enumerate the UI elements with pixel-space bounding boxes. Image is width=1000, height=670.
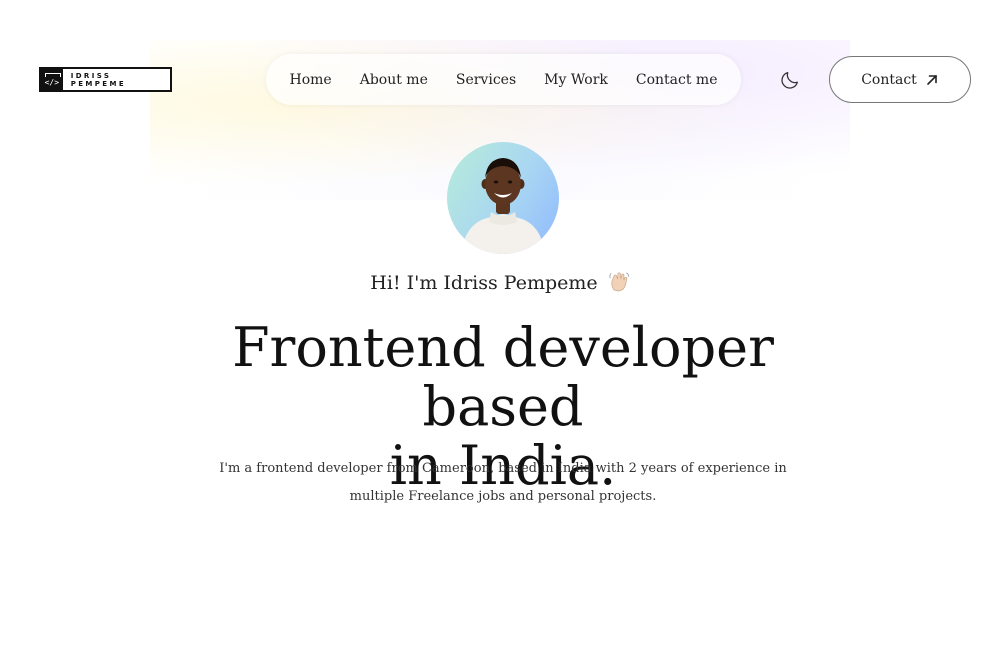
main-navigation: Home About me Services My Work Contact m…: [266, 54, 741, 105]
nav-link-contact-me[interactable]: Contact me: [636, 72, 718, 88]
moon-icon: [781, 72, 798, 89]
greeting-text: Hi! I'm Idriss Pempeme: [370, 272, 598, 294]
theme-toggle-button[interactable]: [776, 66, 804, 94]
contact-button-label: Contact: [861, 71, 917, 88]
nav-link-my-work[interactable]: My Work: [544, 72, 608, 88]
arrow-up-right-icon: [926, 74, 937, 85]
profile-avatar: [447, 142, 559, 254]
headline-line-1: Frontend developer based: [232, 316, 774, 438]
nav-link-home[interactable]: Home: [290, 72, 332, 88]
hero-intro-text: I'm a frontend developer from Cameroon, …: [219, 461, 787, 504]
waving-hand-icon: [609, 272, 629, 292]
hero-greeting: Hi! I'm Idriss Pempeme: [0, 270, 1000, 294]
site-logo[interactable]: </> IDRISS PEMPEME: [39, 67, 172, 92]
contact-button[interactable]: Contact: [829, 56, 971, 103]
profile-photo: [461, 158, 545, 254]
nav-link-services[interactable]: Services: [456, 72, 516, 88]
code-icon: </>: [41, 69, 63, 90]
logo-mark-text: </>: [44, 78, 60, 87]
logo-text: IDRISS PEMPEME: [70, 71, 127, 88]
nav-link-about-me[interactable]: About me: [360, 72, 428, 88]
